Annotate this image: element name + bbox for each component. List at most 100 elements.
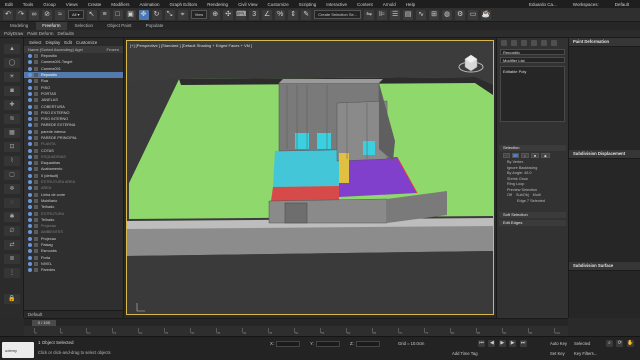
menu-item-arnold[interactable]: Arnold — [378, 2, 401, 7]
link-icon[interactable]: ∞ — [29, 9, 39, 20]
edge-mode-icon[interactable]: ∕ — [512, 153, 519, 158]
filter-xrefs-icon[interactable]: ⊡ — [4, 142, 20, 152]
column-frozen[interactable]: Frozen — [107, 47, 119, 52]
render-production-icon[interactable]: ☕ — [481, 9, 492, 20]
viewport-label[interactable]: [+] [Perspective ] [Standard ] [Default … — [130, 43, 252, 48]
visibility-icon[interactable] — [28, 198, 32, 203]
visibility-icon[interactable] — [28, 91, 32, 96]
menu-item-rendering[interactable]: Rendering — [202, 2, 233, 7]
viewcube-icon[interactable] — [457, 49, 485, 77]
column-name[interactable]: Name (Sorted Ascending) Agei — [28, 47, 83, 52]
pan-icon[interactable]: ✋ — [626, 340, 634, 347]
align-icon[interactable]: ⊫ — [377, 9, 388, 20]
explorer-tab-customize[interactable]: Customize — [76, 40, 97, 45]
toggle-ribbon-icon[interactable]: ▤ — [403, 9, 414, 20]
filter-groups-icon[interactable]: ▦ — [4, 128, 20, 138]
filter-geometry-icon[interactable]: ▲ — [4, 44, 20, 54]
prev-frame-icon[interactable]: ◀ — [488, 340, 496, 347]
edit-named-selection-icon[interactable]: ✎ — [301, 9, 312, 20]
visibility-icon[interactable] — [28, 249, 32, 254]
modify-tab-icon[interactable] — [511, 40, 517, 46]
redo-icon[interactable]: ↷ — [16, 9, 26, 20]
visibility-icon[interactable] — [28, 186, 32, 191]
zoom-icon[interactable]: ⌕ — [606, 340, 613, 347]
filter-helpers-icon[interactable]: ✚ — [4, 100, 20, 110]
menu-item-graph-editors[interactable]: Graph Editors — [165, 2, 203, 7]
select-by-name-icon[interactable]: ≡ — [99, 9, 110, 20]
sort-hierarchy-icon[interactable]: ⋮ — [4, 268, 20, 278]
visibility-icon[interactable] — [28, 224, 32, 229]
visibility-icon[interactable] — [28, 117, 32, 122]
pivot-icon[interactable]: ⊕ — [210, 9, 221, 20]
add-time-tag[interactable]: Add Time Tag — [452, 351, 478, 356]
named-selection-set-dropdown[interactable]: Create Selection Se... — [314, 10, 362, 19]
coord-x-field[interactable] — [275, 341, 300, 347]
menu-item-edit[interactable]: Edit — [0, 2, 18, 7]
sort-layers-icon[interactable]: ≣ — [4, 254, 20, 264]
preview-subobj-radio[interactable]: SubObj — [516, 193, 529, 199]
visibility-icon[interactable] — [28, 230, 32, 235]
menu-item-customize[interactable]: Customize — [262, 2, 293, 7]
angle-snap-icon[interactable]: ∠ — [262, 9, 273, 20]
select-scale-icon[interactable]: ⤡ — [164, 9, 175, 20]
modifier-list-dropdown[interactable]: Modifier List — [500, 57, 565, 63]
ribbon-tab-object-paint[interactable]: Object Paint — [101, 22, 138, 30]
explorer-footer[interactable]: Default — [24, 310, 123, 318]
key-filters-button[interactable]: Key Filters... — [574, 351, 597, 356]
visibility-icon[interactable] — [28, 66, 32, 71]
track-bar[interactable]: 0 5 10 15 20 25 30 35 40 45 50 55 60 65 70 75 80 85 90 95 10… — [24, 326, 568, 336]
filter-bones-icon[interactable]: ⌇ — [4, 156, 20, 166]
visibility-icon[interactable] — [28, 123, 32, 128]
utilities-tab-icon[interactable] — [551, 40, 557, 46]
ribbon-tab-populate[interactable]: Populate — [140, 22, 170, 30]
snaps-toggle-icon[interactable]: 3 — [249, 9, 260, 20]
select-rotate-icon[interactable]: ↻ — [151, 9, 162, 20]
menu-item-tools[interactable]: Tools — [18, 2, 39, 7]
select-move-icon[interactable]: ✥ — [138, 9, 149, 20]
create-tab-icon[interactable] — [501, 40, 507, 46]
visibility-icon[interactable] — [28, 79, 32, 84]
auto-key-button[interactable]: Auto Key — [550, 341, 567, 346]
ribbon-polydraw[interactable]: PolyDraw — [4, 31, 23, 36]
explorer-row[interactable]: Paredes — [24, 267, 123, 273]
polygon-mode-icon[interactable]: ■ — [530, 153, 540, 158]
go-to-end-icon[interactable]: ⏭ — [519, 340, 527, 347]
workspace-select[interactable]: Default — [610, 2, 634, 7]
keyboard-shortcut-icon[interactable]: ⌨ — [236, 9, 246, 20]
rollout-subdivision-surface[interactable]: Subdivision Surface — [569, 262, 640, 270]
visibility-icon[interactable] — [28, 255, 32, 260]
curve-editor-icon[interactable]: ∿ — [416, 9, 427, 20]
menu-item-create[interactable]: Create — [83, 2, 107, 7]
vertex-mode-icon[interactable]: · — [503, 153, 511, 158]
visibility-icon[interactable] — [28, 136, 32, 140]
ribbon-defaults[interactable]: Defaults — [58, 31, 75, 36]
play-icon[interactable]: ▶ — [498, 340, 506, 347]
object-name-field[interactable]: Repositio — [500, 49, 565, 55]
filter-invert-icon[interactable]: ⇄ — [4, 240, 20, 250]
filter-containers-icon[interactable]: ▢ — [4, 170, 20, 180]
visibility-icon[interactable] — [28, 205, 32, 210]
scene-render[interactable] — [127, 41, 493, 314]
preview-multi-radio[interactable]: Multi — [533, 193, 541, 199]
stack-item-editable-poly[interactable]: Editable Poly — [503, 69, 562, 74]
explorer-tab-edit[interactable]: Edit — [64, 40, 72, 45]
reference-coordinate-dropdown[interactable]: View — [190, 10, 208, 19]
user-account[interactable]: Eduardo Ca... — [524, 2, 562, 7]
placement-icon[interactable]: ⌖ — [177, 9, 188, 20]
layer-explorer-icon[interactable]: ☰ — [390, 9, 401, 20]
visibility-icon[interactable] — [28, 268, 32, 273]
visibility-icon[interactable] — [28, 211, 32, 216]
visibility-icon[interactable] — [28, 173, 32, 178]
menu-item-views[interactable]: Views — [61, 2, 83, 7]
material-editor-icon[interactable]: ◍ — [442, 9, 453, 20]
lock-icon[interactable]: 🔒 — [4, 294, 20, 304]
filter-spacewarps-icon[interactable]: ≋ — [4, 114, 20, 124]
mirror-icon[interactable]: ⇋ — [364, 9, 375, 20]
visibility-icon[interactable] — [28, 54, 32, 59]
rendered-frame-icon[interactable]: ▭ — [468, 9, 479, 20]
visibility-icon[interactable] — [28, 129, 32, 134]
filter-shapes-icon[interactable]: ◯ — [4, 58, 20, 68]
visibility-icon[interactable] — [28, 217, 32, 222]
visibility-icon[interactable] — [28, 161, 32, 166]
ribbon-tab-modeling[interactable]: Modeling — [4, 22, 34, 30]
